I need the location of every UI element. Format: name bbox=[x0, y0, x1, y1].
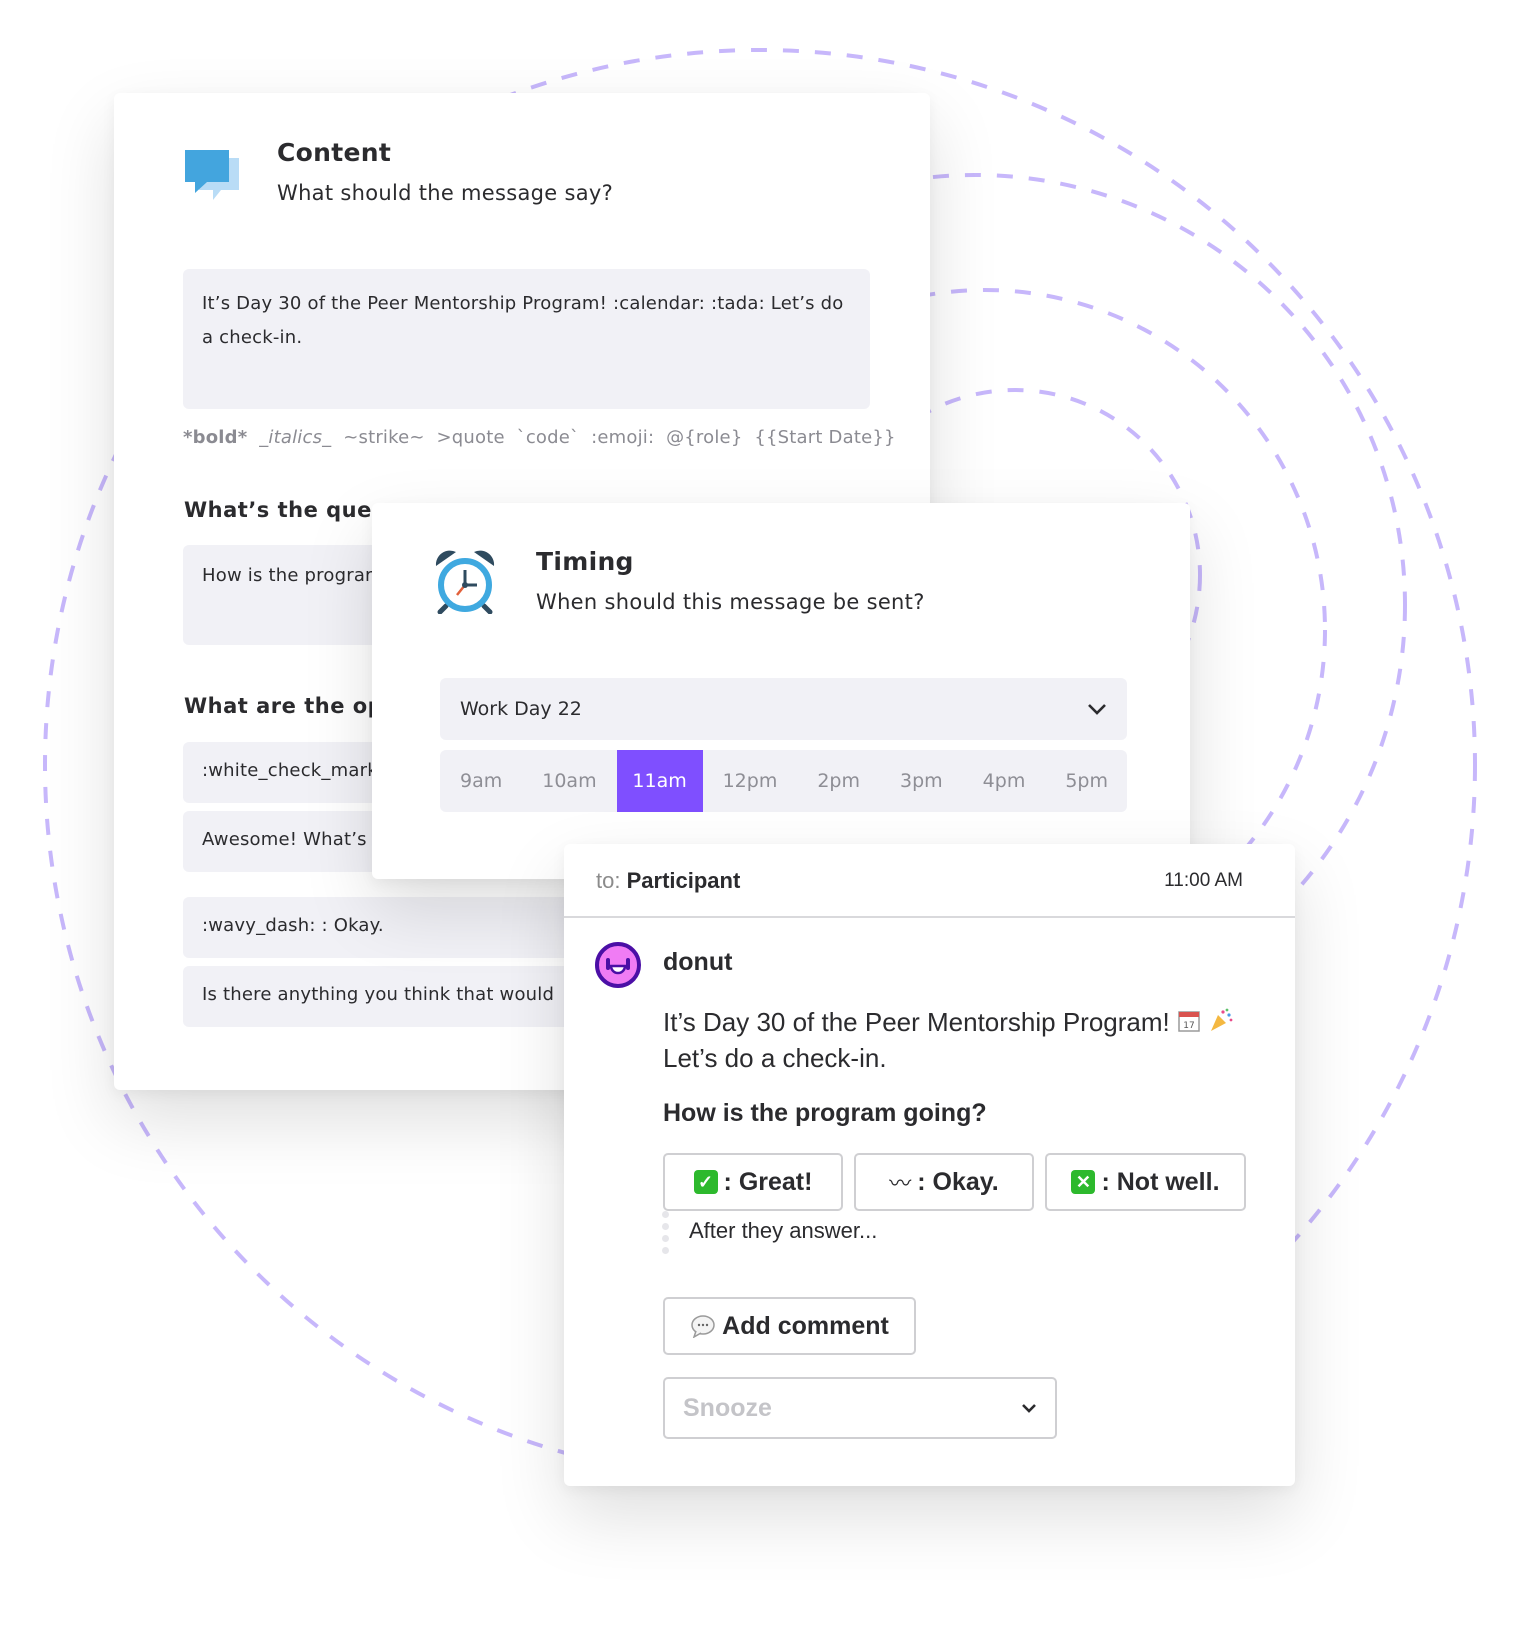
message-line-2: Let’s do a check-in. bbox=[663, 1043, 887, 1073]
send-time: 11:00 AM bbox=[1164, 870, 1243, 891]
bot-name: donut bbox=[663, 948, 733, 976]
snooze-placeholder: Snooze bbox=[683, 1393, 772, 1422]
chevron-down-icon bbox=[1022, 1404, 1036, 1413]
answer-great-button[interactable]: ✓ : Great! bbox=[663, 1153, 843, 1211]
hint-italics: _italics_ bbox=[259, 427, 332, 448]
donut-avatar bbox=[595, 942, 641, 988]
tada-icon bbox=[1211, 1008, 1233, 1031]
answer-okay-label: : Okay. bbox=[917, 1167, 999, 1196]
time-option-9am[interactable]: 9am bbox=[440, 750, 522, 812]
time-option-2pm[interactable]: 2pm bbox=[797, 750, 880, 812]
speech-balloon-icon bbox=[691, 1315, 715, 1338]
time-picker: 9am 10am 11am 12pm 2pm 3pm 4pm 5pm bbox=[440, 750, 1127, 812]
message-preview-card: to: Participant 11:00 AM donut It’s Day … bbox=[564, 844, 1295, 1486]
preview-message: It’s Day 30 of the Peer Mentorship Progr… bbox=[663, 1004, 1263, 1076]
hint-code: `code` bbox=[516, 427, 580, 448]
preview-header: to: Participant 11:00 AM bbox=[564, 844, 1295, 918]
snooze-select[interactable]: Snooze bbox=[663, 1377, 1057, 1439]
to-label: to: bbox=[596, 868, 621, 893]
answer-not-well-button[interactable]: ✕ : Not well. bbox=[1045, 1153, 1246, 1211]
answer-great-label: : Great! bbox=[723, 1167, 813, 1196]
hint-bold: *bold* bbox=[183, 427, 248, 448]
options-label: What are the op bbox=[184, 694, 384, 718]
timing-title: Timing bbox=[536, 547, 634, 576]
time-option-3pm[interactable]: 3pm bbox=[880, 750, 963, 812]
answer-okay-button[interactable]: 〰 : Okay. bbox=[854, 1153, 1034, 1211]
time-option-5pm[interactable]: 5pm bbox=[1045, 750, 1127, 812]
speech-bubbles-icon bbox=[185, 150, 239, 200]
hint-quote: >quote bbox=[436, 427, 505, 448]
recipient: to: Participant bbox=[596, 868, 740, 894]
after-answer-text: After they answer... bbox=[689, 1218, 878, 1243]
content-title: Content bbox=[277, 138, 392, 167]
timing-card: Timing When should this message be sent?… bbox=[372, 503, 1190, 879]
chevron-down-icon bbox=[1088, 704, 1106, 715]
add-comment-label: Add comment bbox=[722, 1311, 889, 1340]
hint-strike: ~strike~ bbox=[343, 427, 425, 448]
content-subtitle: What should the message say? bbox=[277, 181, 614, 205]
hint-emoji: :emoji: bbox=[591, 427, 655, 448]
work-day-select[interactable]: Work Day 22 bbox=[440, 678, 1127, 740]
formatting-hints: *bold* _italics_ ~strike~ >quote `code` … bbox=[183, 427, 896, 448]
add-comment-button[interactable]: Add comment bbox=[663, 1297, 916, 1355]
timing-subtitle: When should this message be sent? bbox=[536, 590, 925, 614]
work-day-value: Work Day 22 bbox=[460, 698, 582, 720]
hint-role: @{role} bbox=[666, 427, 743, 448]
alarm-clock-icon bbox=[435, 550, 495, 614]
time-option-12pm[interactable]: 12pm bbox=[703, 750, 798, 812]
recipient-name: Participant bbox=[626, 868, 741, 893]
time-option-10am[interactable]: 10am bbox=[522, 750, 616, 812]
answer-not-well-label: : Not well. bbox=[1101, 1167, 1220, 1196]
preview-question: How is the program going? bbox=[663, 1099, 987, 1127]
time-option-11am-selected[interactable]: 11am bbox=[616, 750, 703, 812]
calendar-icon: 17 bbox=[1178, 1011, 1200, 1032]
thread-dots bbox=[662, 1211, 670, 1259]
question-label: What’s the ques bbox=[184, 498, 385, 522]
time-option-4pm[interactable]: 4pm bbox=[963, 750, 1046, 812]
wavy-dash-icon: 〰 bbox=[889, 1171, 912, 1196]
svg-text:17: 17 bbox=[1183, 1021, 1194, 1031]
hint-start-date: {{Start Date}} bbox=[754, 427, 896, 448]
message-line-1: It’s Day 30 of the Peer Mentorship Progr… bbox=[663, 1007, 1170, 1037]
white-check-mark-icon: ✓ bbox=[693, 1170, 718, 1194]
message-textarea[interactable]: It’s Day 30 of the Peer Mentorship Progr… bbox=[183, 269, 870, 409]
x-mark-icon: ✕ bbox=[1071, 1170, 1096, 1194]
